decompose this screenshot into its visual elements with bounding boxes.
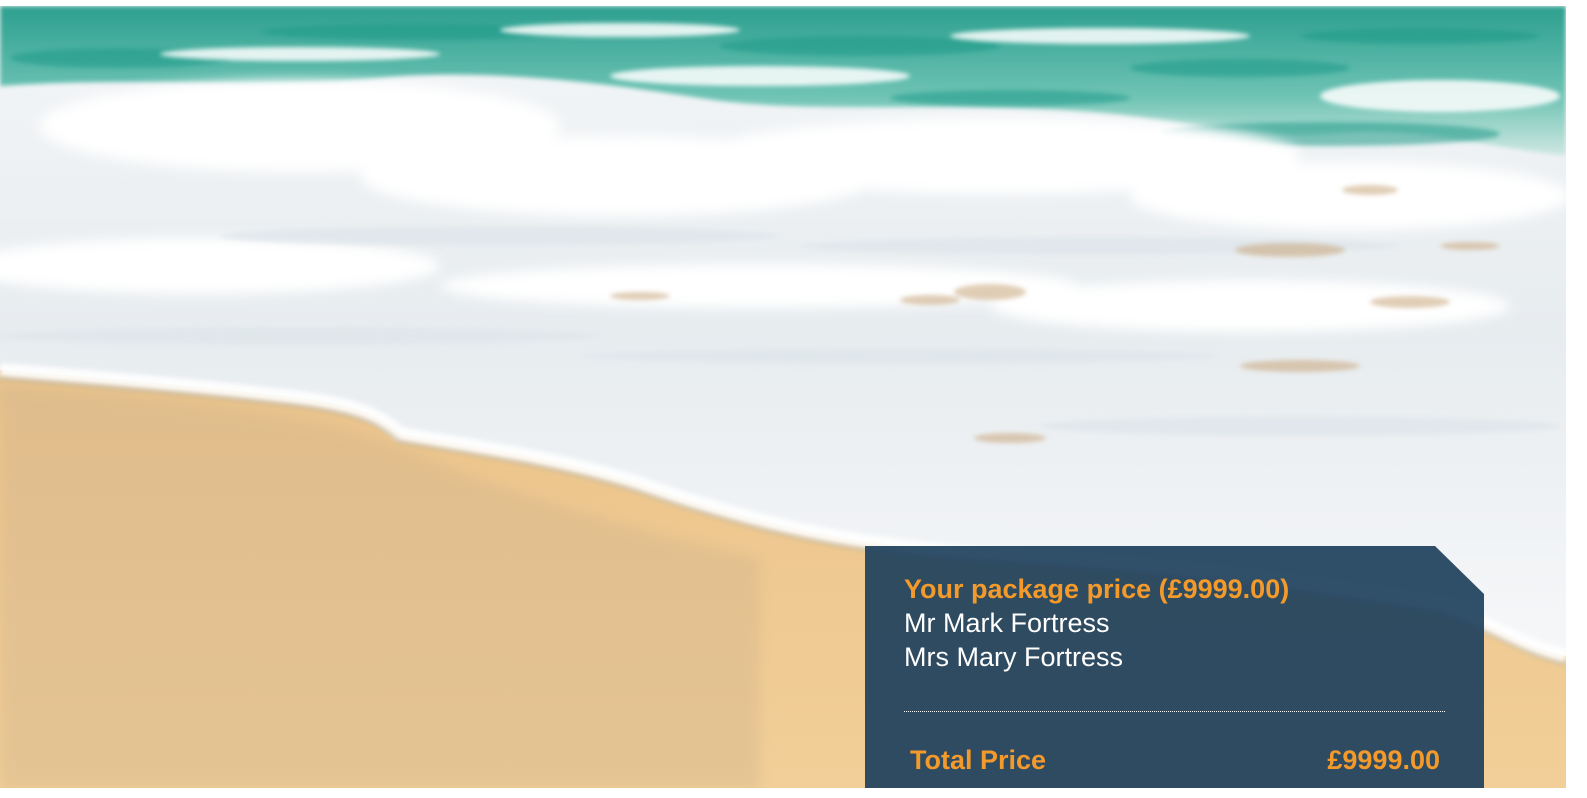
dotted-divider — [904, 711, 1445, 712]
total-price-label: Total Price — [910, 745, 1047, 775]
page-frame: Your package price (£9999.00) Mr Mark Fo… — [0, 6, 1566, 788]
traveller-name: Mrs Mary Fortress — [904, 642, 1123, 672]
total-price-value: £9999.00 — [1327, 745, 1440, 775]
package-price-panel: Your package price (£9999.00) Mr Mark Fo… — [865, 546, 1484, 788]
package-price-title: Your package price (£9999.00) — [904, 574, 1290, 604]
traveller-name: Mr Mark Fortress — [904, 608, 1110, 638]
